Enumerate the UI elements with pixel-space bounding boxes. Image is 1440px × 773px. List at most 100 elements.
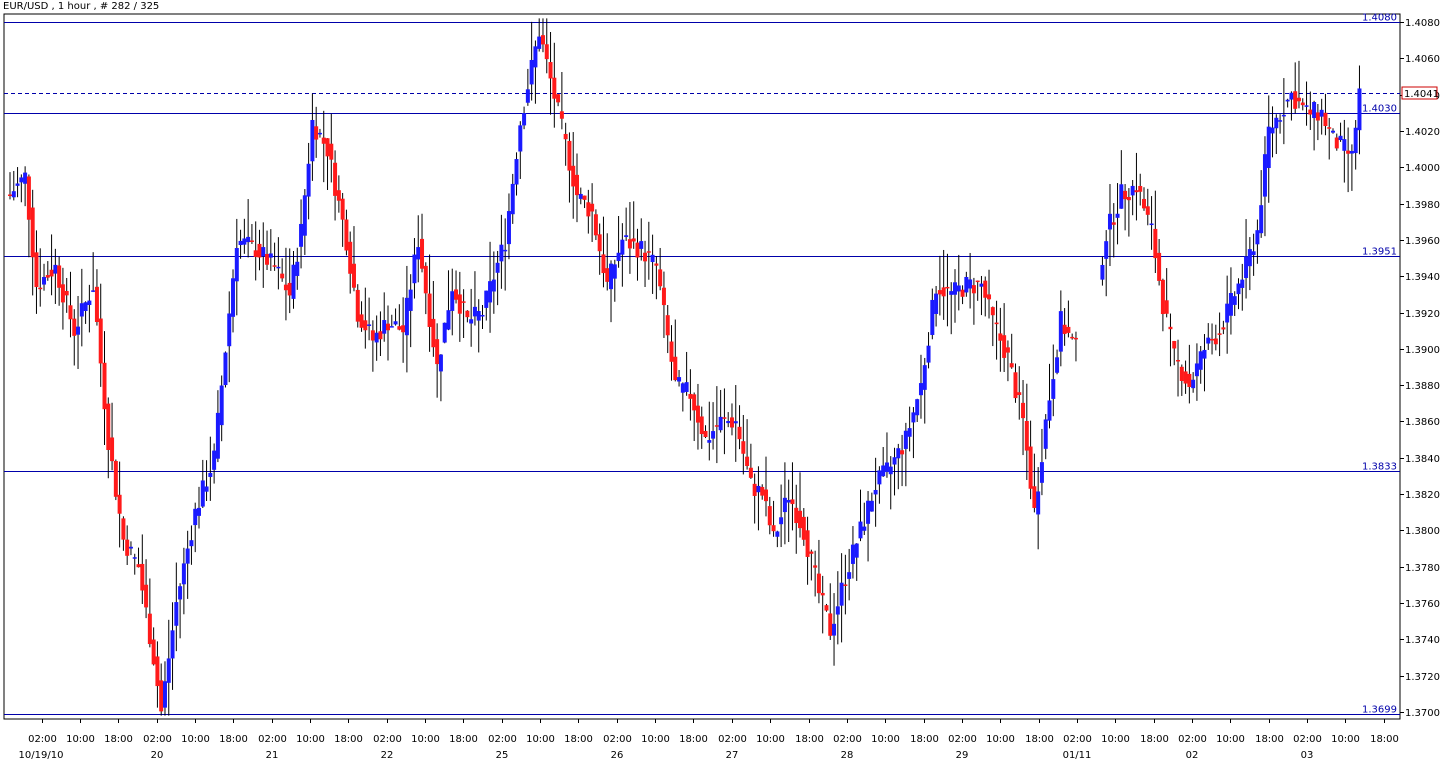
candle-body (1262, 154, 1267, 197)
candle-body (1039, 462, 1044, 483)
candle-body (609, 263, 614, 290)
candle-body (128, 546, 133, 549)
candle-body (162, 681, 167, 708)
candle-body (302, 195, 307, 236)
candle-body (325, 138, 330, 157)
x-tick-label: 02:00 (718, 734, 747, 745)
x-day-label: 20 (151, 750, 164, 761)
candle-body (231, 278, 236, 317)
candle-body (964, 276, 969, 293)
candle-body (1331, 130, 1335, 133)
candle-body (1062, 324, 1067, 334)
candle-body (1300, 102, 1305, 106)
candle-body (677, 377, 682, 382)
candle-body (1179, 366, 1184, 381)
candle-body (627, 239, 632, 249)
candle-body (480, 314, 485, 317)
candle-body (484, 290, 489, 308)
candle-body (915, 399, 920, 416)
candle-body (911, 412, 916, 423)
candle-body (1206, 337, 1211, 344)
candle-body (1157, 252, 1162, 281)
candle-body (1338, 135, 1343, 141)
candle-body (816, 573, 821, 594)
candle-body (764, 489, 768, 502)
candle-body (994, 322, 999, 325)
candle-body (1319, 109, 1324, 117)
candle-body (907, 428, 912, 437)
candle-body (514, 159, 519, 185)
x-day-label: 25 (496, 750, 509, 761)
candle-body (832, 623, 837, 636)
candle-body (726, 421, 731, 424)
candle-body (272, 265, 277, 267)
candle-body (593, 214, 598, 236)
x-tick-label: 02:00 (1063, 734, 1092, 745)
candle-body (688, 393, 693, 399)
candle-body (117, 494, 122, 514)
candle-body (499, 244, 504, 262)
candle-body (178, 586, 183, 600)
x-tick-label: 10:00 (411, 734, 440, 745)
candle-body (552, 77, 557, 99)
x-tick-label: 18:00 (679, 734, 708, 745)
candle-body (1198, 351, 1203, 370)
candle-body (941, 287, 946, 297)
candle-body (438, 354, 443, 372)
x-tick-label: 18:00 (334, 734, 363, 745)
candle-body (144, 584, 149, 608)
candle-body (1221, 327, 1226, 330)
candle-body (661, 287, 666, 306)
y-tick-label: 1.4000 (1405, 163, 1440, 174)
candle-body (1073, 337, 1078, 340)
candle-body (1168, 326, 1173, 330)
x-tick-label: 02:00 (1178, 734, 1207, 745)
candle-body (1183, 371, 1188, 384)
candle-body (1240, 279, 1245, 288)
candle-body (359, 314, 364, 328)
candle-body (869, 500, 874, 512)
candle-body (397, 326, 402, 330)
candle-body (495, 262, 500, 273)
candle-body (918, 383, 923, 396)
candle-body (306, 163, 311, 197)
x-tick-label: 18:00 (219, 734, 248, 745)
candle-body (208, 472, 213, 477)
x-tick-label: 18:00 (1370, 734, 1399, 745)
level-label: 1.4030 (1362, 104, 1397, 115)
x-tick-label: 02:00 (258, 734, 287, 745)
candle-body (714, 425, 719, 427)
candle-body (1247, 249, 1252, 267)
candle-body (185, 548, 190, 564)
candle-body (525, 89, 530, 103)
candle-body (170, 630, 175, 659)
candle-body (1327, 127, 1332, 129)
candle-body (291, 264, 296, 299)
candle-body (896, 448, 901, 459)
candle-body (533, 46, 538, 68)
candle-body (635, 242, 640, 258)
candle-body (745, 456, 750, 467)
candle-body (1009, 363, 1014, 368)
candle-body (174, 602, 179, 626)
candle-body (934, 293, 939, 314)
candle-body (900, 450, 905, 455)
candle-body (257, 243, 262, 258)
candle-body (597, 234, 602, 252)
candle-body (212, 450, 217, 470)
candle-body (1028, 446, 1033, 489)
candle-body (903, 430, 908, 449)
candle-body (219, 385, 224, 426)
candle-body (1255, 230, 1260, 245)
candle-body (1160, 279, 1165, 315)
candle-body (506, 211, 511, 245)
y-tick-label: 1.3880 (1405, 381, 1440, 392)
candle-body (1342, 139, 1347, 151)
candle-body (461, 301, 466, 303)
candle-body (646, 251, 651, 253)
candle-body (729, 417, 734, 428)
candle-body (125, 539, 130, 556)
candle-body (1289, 92, 1294, 100)
x-tick-label: 18:00 (449, 734, 478, 745)
candle-body (839, 582, 844, 606)
